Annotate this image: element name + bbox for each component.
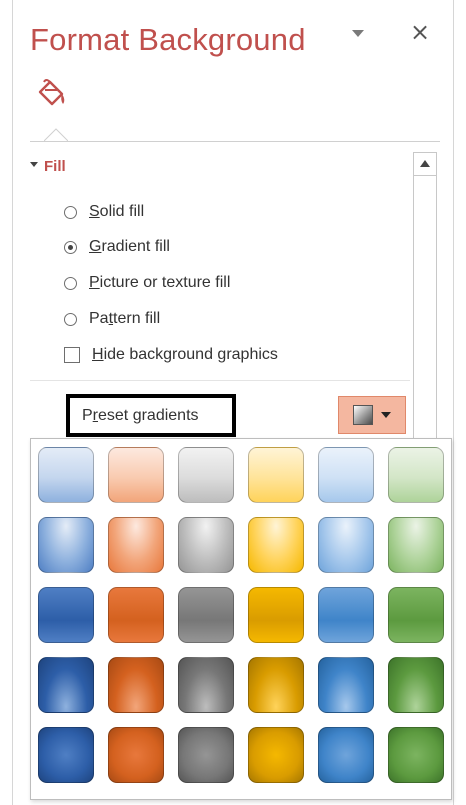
pane-title: Format Background xyxy=(30,22,306,57)
gradient-swatch[interactable] xyxy=(108,657,164,713)
gradient-swatch[interactable] xyxy=(108,447,164,503)
picture-texture-fill-radio[interactable] xyxy=(64,276,77,290)
paint-bucket-icon[interactable] xyxy=(36,78,68,110)
chevron-down-icon xyxy=(381,412,391,418)
gradient-swatch[interactable] xyxy=(248,517,304,573)
gradient-swatch[interactable] xyxy=(108,517,164,573)
gradient-swatch[interactable] xyxy=(178,517,234,573)
gradient-swatch[interactable] xyxy=(178,727,234,783)
hide-background-graphics-checkbox[interactable] xyxy=(64,347,80,363)
gradient-swatch[interactable] xyxy=(178,657,234,713)
vertical-scrollbar[interactable] xyxy=(413,152,437,444)
gradient-swatch[interactable] xyxy=(248,657,304,713)
gradient-swatch[interactable] xyxy=(248,447,304,503)
gradient-swatch[interactable] xyxy=(388,587,444,643)
gradient-swatch[interactable] xyxy=(318,727,374,783)
fill-section-header[interactable]: Fill xyxy=(44,158,66,175)
gradient-swatch[interactable] xyxy=(388,727,444,783)
gradient-swatch[interactable] xyxy=(178,447,234,503)
gradient-swatch[interactable] xyxy=(38,447,94,503)
section-divider xyxy=(30,380,410,381)
solid-fill-radio[interactable] xyxy=(64,205,77,219)
solid-fill-option[interactable]: Solid fill xyxy=(64,200,144,224)
hide-background-graphics-option[interactable]: Hide background graphics xyxy=(64,343,278,367)
gradient-swatch[interactable] xyxy=(318,447,374,503)
gradient-fill-label: Gradient fill xyxy=(89,238,170,255)
collapse-caret-icon[interactable] xyxy=(30,162,38,167)
preset-gradients-gallery xyxy=(30,438,452,800)
picture-texture-fill-label: Picture or texture fill xyxy=(89,274,231,291)
pattern-fill-radio[interactable] xyxy=(64,312,77,326)
gradient-fill-radio[interactable] xyxy=(64,240,77,254)
tab-divider xyxy=(30,141,440,142)
solid-fill-label: Solid fill xyxy=(89,203,145,220)
gradient-swatch[interactable] xyxy=(388,657,444,713)
gradient-swatch[interactable] xyxy=(178,587,234,643)
close-icon[interactable]: × xyxy=(410,18,430,46)
pane-options-chevron-icon[interactable] xyxy=(352,30,364,37)
gradient-swatch[interactable] xyxy=(248,727,304,783)
gradient-swatch[interactable] xyxy=(38,587,94,643)
gradient-swatch[interactable] xyxy=(248,587,304,643)
gradient-swatch[interactable] xyxy=(388,447,444,503)
hide-background-graphics-label: Hide background graphics xyxy=(92,346,278,363)
preset-gradients-dropdown-button[interactable] xyxy=(338,396,406,434)
gradient-swatch[interactable] xyxy=(38,727,94,783)
gradient-swatch[interactable] xyxy=(318,587,374,643)
selected-tab-indicator xyxy=(44,128,68,142)
gradient-swatch[interactable] xyxy=(38,657,94,713)
gradient-preview-icon xyxy=(353,405,373,425)
gradient-swatch[interactable] xyxy=(388,517,444,573)
scroll-up-arrow-icon[interactable] xyxy=(414,153,436,176)
picture-texture-fill-option[interactable]: Picture or texture fill xyxy=(64,271,230,295)
preset-gradients-label: Pr eset gradients xyxy=(66,394,236,437)
pattern-fill-label: Pattern fill xyxy=(89,310,161,327)
gradient-swatch[interactable] xyxy=(108,587,164,643)
gradient-swatch[interactable] xyxy=(38,517,94,573)
gradient-fill-option[interactable]: Gradient fill xyxy=(64,235,170,259)
gradient-swatch[interactable] xyxy=(318,517,374,573)
gradient-swatch[interactable] xyxy=(108,727,164,783)
pattern-fill-option[interactable]: Pattern fill xyxy=(64,307,160,331)
gradient-swatch[interactable] xyxy=(318,657,374,713)
